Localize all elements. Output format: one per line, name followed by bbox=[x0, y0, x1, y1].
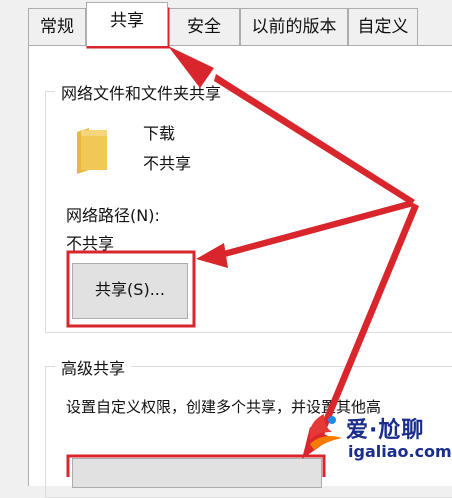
watermark-site: igaliao.com bbox=[348, 442, 452, 461]
folder-icon bbox=[77, 128, 107, 174]
advanced-sharing-button[interactable] bbox=[72, 458, 322, 488]
network-sharing-title: 网络文件和文件夹共享 bbox=[55, 80, 228, 104]
network-path-label: 网络路径(N): bbox=[66, 206, 160, 225]
watermark-logo-icon bbox=[309, 414, 342, 450]
tab-previous-versions[interactable]: 以前的版本 bbox=[240, 8, 348, 45]
watermark: 爱·尬聊 igaliao.com bbox=[296, 406, 452, 470]
tab-customize[interactable]: 自定义 bbox=[348, 8, 418, 45]
watermark-brand: 爱·尬聊 bbox=[346, 418, 425, 443]
tab-sharing[interactable]: 共享 bbox=[86, 2, 168, 46]
share-button[interactable]: 共享(S)... bbox=[72, 263, 188, 319]
tab-security[interactable]: 安全 bbox=[168, 8, 240, 45]
tab-general[interactable]: 常规 bbox=[28, 8, 86, 45]
advanced-sharing-title: 高级共享 bbox=[55, 355, 132, 379]
network-path-value: 不共享 bbox=[66, 234, 115, 253]
folder-share-status: 不共享 bbox=[143, 154, 192, 173]
folder-name: 下载 bbox=[143, 124, 176, 143]
tab-bar: 常规 共享 安全 以前的版本 自定义 bbox=[0, 0, 452, 46]
